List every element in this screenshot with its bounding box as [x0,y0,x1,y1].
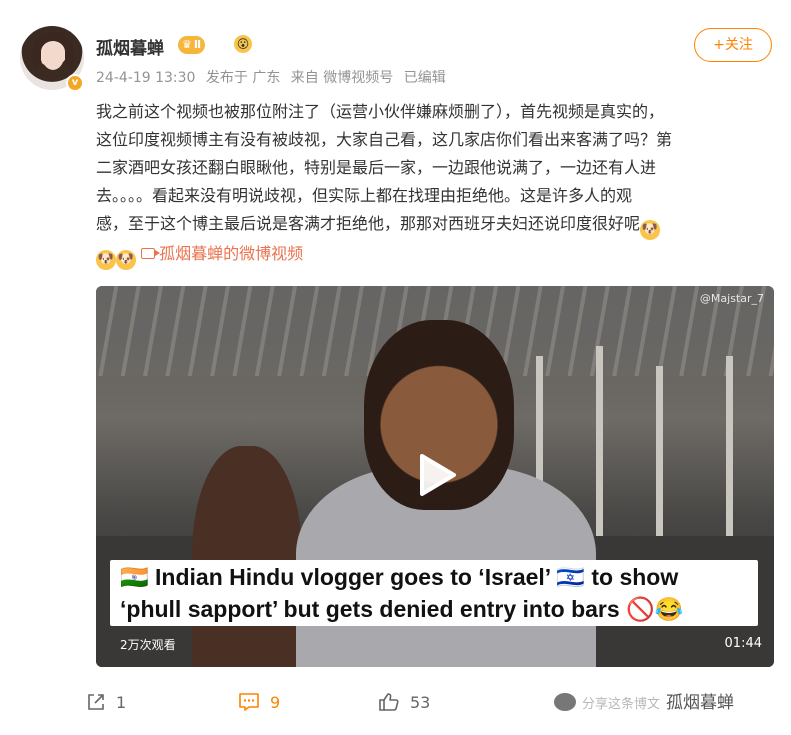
post-text: 我之前这个视频也被那位附注了（运营小伙伴嫌麻烦删了），首先视频是真实的， 这位印… [96,98,766,270]
wechat-icon [554,693,576,711]
video-camera-icon [141,248,161,259]
post-line: 二家酒吧女孩还翻白眼瞅他，特别是最后一家，一边跟他说满了，一边还有人进 [96,158,657,177]
video-duration: 01:44 [724,636,762,651]
post-edited[interactable]: 已编辑 [404,70,446,86]
post-line: 我之前这个视频也被那位附注了（运营小伙伴嫌麻烦删了），首先视频是真实的， [96,102,665,121]
video-caption-line: ‘phull sapport’ but gets denied entry in… [120,596,684,622]
wechat-watermark-faded-text: 分享这条博文 [582,697,661,712]
post-line-with-emoji: 感，至于这个博主最后说是客满才拒绝他，那那对西班牙夫妇还说印度很好呢 🐶 [96,210,766,240]
follow-button[interactable]: +关注 [694,28,772,62]
video-scene-pillar [656,366,663,556]
play-icon[interactable] [412,452,458,498]
doge-emoji-icon: 🐶 [96,250,116,270]
like-button[interactable]: 53 [378,688,430,718]
share-button[interactable]: 1 [86,688,126,718]
video-scene-pillar [726,356,733,556]
wechat-watermark: 分享这条博文 孤烟暮蝉 [554,690,734,716]
video-caption: 🇮🇳 Indian Hindu vlogger goes to ‘Israel’… [110,560,758,626]
video-link-label: 孤烟暮蝉的微博视频 [159,244,304,263]
video-view-count: 2万次观看 [120,638,176,652]
video-player[interactable]: @Majstar_7 🇮🇳 Indian Hindu vlogger goes … [96,286,774,667]
doge-emoji-icon: 🐶 [116,250,136,270]
like-count: 53 [410,693,431,712]
video-scene-person [192,446,302,667]
comment-icon [239,693,259,711]
level-badge[interactable]: ♛ Ⅱ [178,36,206,54]
doge-emoji-icon: 🐶 [640,220,661,240]
thumbs-up-icon [379,693,399,711]
post-line-link: 🐶 🐶 孤烟暮蝉的微博视频 [96,240,766,270]
share-icon [88,694,104,710]
comment-count: 9 [270,693,281,712]
post-meta: 24-4-19 13:30 发布于 广东 来自 微博视频号 已编辑 [96,67,452,87]
wechat-watermark-account: 孤烟暮蝉 [666,693,735,713]
video-link[interactable]: 孤烟暮蝉的微博视频 [141,244,303,263]
level-badge-label: Ⅱ [193,38,202,51]
video-caption-line: 🇮🇳 Indian Hindu vlogger goes to ‘Israel’… [120,564,679,590]
action-bar: 1 9 53 分享这条博文 孤烟暮蝉 [86,688,786,718]
username[interactable]: 孤烟暮蝉 [96,34,164,59]
emoji-badge-icon[interactable]: 😮 [234,35,252,53]
post-location: 发布于 广东 [205,70,281,86]
video-watermark: @Majstar_7 [699,292,764,305]
crown-icon: ♛ [182,38,192,51]
post-line: 感，至于这个博主最后说是客满才拒绝他，那那对西班牙夫妇还说印度很好呢 [96,214,641,233]
verified-badge-icon: v [66,74,84,92]
share-count: 1 [116,693,127,712]
post-source[interactable]: 来自 微博视频号 [291,70,393,86]
comment-button[interactable]: 9 [238,688,280,718]
avatar-face [42,42,64,70]
post-time[interactable]: 24-4-19 13:30 [96,70,195,86]
post-line: 去。。。。看起来没有明说歧视，但实际上都在找理由拒绝他。这是许多人的观 [96,186,633,205]
video-scene-pillar [596,346,603,556]
post-line: 这位印度视频博主有没有被歧视，大家自己看，这几家店你们看出来客满了吗？第 [96,130,673,149]
